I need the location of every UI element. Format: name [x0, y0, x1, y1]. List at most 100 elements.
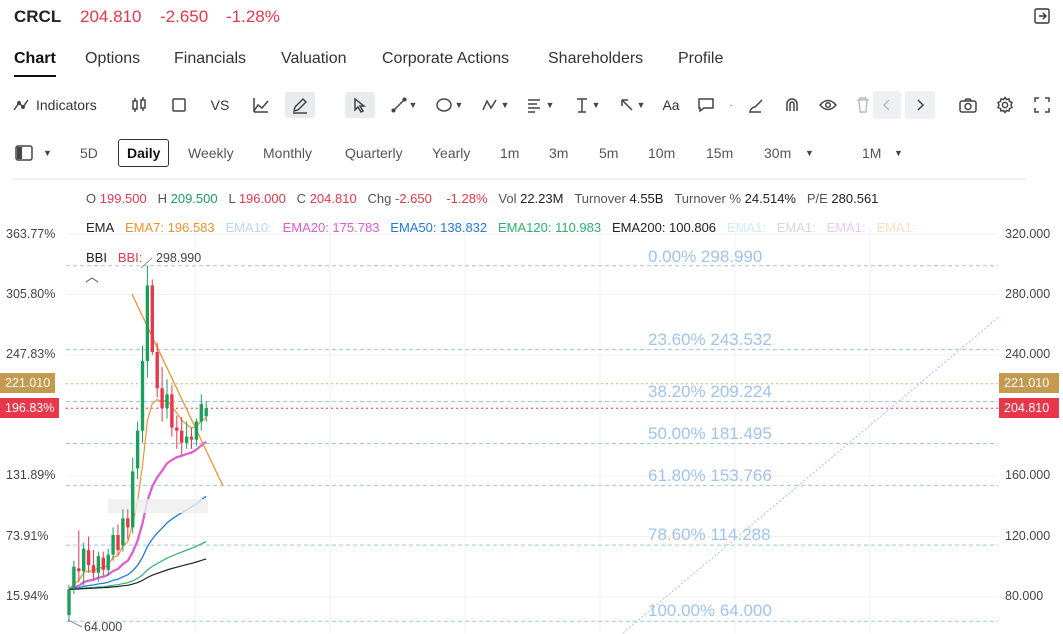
comment-icon[interactable]: [694, 92, 718, 118]
cursor-select-icon[interactable]: [345, 92, 375, 118]
candle-body[interactable]: [121, 518, 125, 546]
candle-body[interactable]: [101, 557, 105, 570]
tab-options[interactable]: Options: [85, 50, 140, 68]
fullscreen-icon[interactable]: [1030, 92, 1054, 118]
drawing-toolbar: Indicators VS ▼ ▼ ▼ ▼ ▼ ▼ Aa ·: [0, 91, 1063, 119]
bbi-value: BBI:: [117, 250, 143, 265]
interval-yearly[interactable]: Yearly: [432, 139, 470, 167]
chart-canvas[interactable]: [0, 178, 1063, 633]
candle-type-icon[interactable]: [128, 92, 150, 118]
pattern-icon: [481, 99, 497, 111]
candle-body[interactable]: [155, 351, 159, 389]
left-level-tag: 221.010: [0, 373, 56, 393]
candle-body[interactable]: [145, 285, 150, 362]
interval-1m[interactable]: 1m: [500, 139, 519, 167]
trend-line-tool[interactable]: ▼: [387, 92, 421, 118]
shape-tool[interactable]: ▼: [432, 92, 466, 118]
candle-body[interactable]: [135, 430, 140, 469]
draw-pencil-icon[interactable]: [285, 92, 315, 118]
candle-body[interactable]: [150, 285, 154, 352]
settings-gear-icon[interactable]: [993, 92, 1017, 118]
candle-body[interactable]: [199, 404, 203, 422]
arrow-tool[interactable]: ▼: [615, 92, 649, 118]
interval-30m[interactable]: 30m: [764, 139, 791, 167]
panel-layout-dropdown-icon[interactable]: ▼: [43, 148, 52, 158]
interval-daily[interactable]: Daily: [118, 139, 170, 167]
interval-10m[interactable]: 10m: [648, 139, 675, 167]
candle-body[interactable]: [194, 421, 199, 440]
candle-body[interactable]: [77, 568, 81, 572]
interval-monthly[interactable]: Monthly: [263, 139, 312, 167]
magnet-icon[interactable]: [780, 92, 804, 118]
text-tool[interactable]: Aa: [659, 92, 683, 118]
tab-profile[interactable]: Profile: [678, 50, 723, 68]
tab-chart[interactable]: Chart: [14, 50, 56, 77]
scroll-left-button[interactable]: [873, 91, 901, 119]
camera-icon[interactable]: [956, 92, 980, 118]
candle-body[interactable]: [91, 565, 96, 573]
ema120-value: EMA120: 110.983: [497, 220, 602, 235]
candle-body[interactable]: [184, 436, 189, 443]
trash-icon[interactable]: [852, 92, 874, 118]
left-pct-tag: 196.83%: [0, 398, 60, 418]
scroll-right-button[interactable]: [905, 91, 935, 119]
fibonacci-tool[interactable]: ▼: [523, 92, 557, 118]
right-axis-label: 160.000: [1005, 468, 1051, 482]
minutes-dropdown-icon[interactable]: ▼: [805, 148, 814, 158]
candle-body[interactable]: [175, 427, 179, 431]
candle-body[interactable]: [204, 408, 208, 417]
fibonacci-icon: [527, 99, 540, 113]
interval-5d[interactable]: 5D: [80, 139, 98, 167]
brush-icon[interactable]: [744, 92, 768, 118]
high-marker-label: 298.990: [156, 251, 202, 265]
tab-financials[interactable]: Financials: [174, 50, 246, 68]
candle-body[interactable]: [82, 548, 86, 572]
interval-bar: ▼ 5D Daily Weekly Monthly Quarterly Year…: [0, 139, 1063, 167]
indicators-button[interactable]: Indicators: [12, 92, 106, 118]
chevron-right-icon: [917, 99, 925, 111]
main-tabs: Chart Options Financials Valuation Corpo…: [0, 50, 1063, 78]
tab-shareholders[interactable]: Shareholders: [548, 50, 643, 68]
interval-weekly[interactable]: Weekly: [188, 139, 234, 167]
candle-body[interactable]: [67, 589, 71, 616]
candle-body[interactable]: [96, 556, 101, 573]
fib-level-label: 61.80% 153.766: [648, 466, 772, 485]
candle-body[interactable]: [170, 394, 174, 428]
left-axis-label: 363.77%: [6, 227, 56, 241]
candle-body[interactable]: [180, 430, 184, 443]
candle-body[interactable]: [189, 436, 194, 440]
exit-fullscreen-icon[interactable]: [1034, 8, 1050, 24]
tab-corporate-actions[interactable]: Corporate Actions: [382, 50, 509, 68]
candle-body[interactable]: [140, 361, 145, 431]
layout-square-icon[interactable]: [168, 92, 190, 118]
compare-vs-button[interactable]: VS: [206, 92, 234, 118]
ema-legend[interactable]: EMA EMA7: 196.583 EMA10: EMA20: 175.783 …: [86, 220, 915, 235]
last-price: 204.810: [80, 7, 142, 26]
interval-1M[interactable]: 1M: [862, 139, 881, 167]
pattern-tool[interactable]: ▼: [478, 92, 512, 118]
candle-body[interactable]: [131, 471, 135, 528]
candle-body[interactable]: [165, 394, 169, 408]
tab-valuation[interactable]: Valuation: [281, 50, 347, 68]
panel-layout-icon[interactable]: [12, 140, 36, 166]
candle-body[interactable]: [111, 534, 115, 555]
candle-body[interactable]: [126, 518, 130, 528]
price-chart[interactable]: O 199.500 H 209.500 L 196.000 C 204.810 …: [0, 178, 1063, 634]
fib-level-label: 23.60% 243.532: [648, 330, 772, 349]
visibility-eye-icon[interactable]: [816, 92, 840, 118]
interval-5m[interactable]: 5m: [599, 139, 618, 167]
months-dropdown-icon[interactable]: ▼: [894, 148, 903, 158]
candle-body[interactable]: [106, 554, 110, 570]
bbi-legend[interactable]: BBI BBI:: [86, 250, 142, 265]
measure-tool[interactable]: ▼: [570, 92, 604, 118]
candle-body[interactable]: [160, 388, 164, 408]
interval-15m[interactable]: 15m: [706, 139, 733, 167]
candle-body[interactable]: [86, 550, 91, 566]
interval-quarterly[interactable]: Quarterly: [345, 139, 403, 167]
right-price-tag: 204.810: [999, 398, 1059, 418]
candle-body[interactable]: [116, 534, 120, 551]
interval-3m[interactable]: 3m: [549, 139, 568, 167]
collapse-chevron-icon[interactable]: [85, 277, 93, 283]
area-chart-icon[interactable]: [249, 92, 273, 118]
candle-body[interactable]: [72, 566, 76, 588]
